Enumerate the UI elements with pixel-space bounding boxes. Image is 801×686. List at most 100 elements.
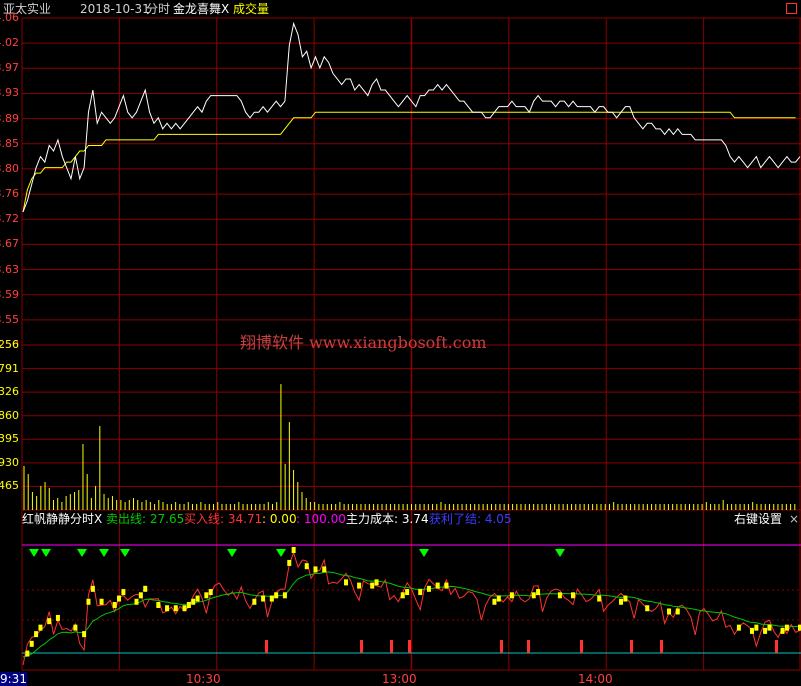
signal-block bbox=[736, 624, 741, 631]
buy-line-value: 买入线: 34.71 bbox=[184, 512, 263, 526]
signal-block bbox=[322, 566, 327, 573]
volume-tick-label: 3395 bbox=[0, 432, 19, 446]
signal-block bbox=[55, 614, 60, 621]
signal-block bbox=[492, 598, 497, 605]
signal-block bbox=[191, 598, 196, 605]
signal-block bbox=[426, 585, 431, 592]
signal-block bbox=[204, 592, 209, 599]
signal-block bbox=[767, 624, 772, 631]
watermark: 翔博软件 www.xiangbosoft.com bbox=[240, 333, 487, 352]
chart-mode: 分时 bbox=[146, 2, 171, 16]
signal-block bbox=[34, 631, 39, 638]
price-tick-label: 3.97 bbox=[0, 61, 19, 75]
signal-block bbox=[623, 595, 628, 602]
down-arrow-icon bbox=[120, 549, 130, 557]
indicator-title[interactable]: 红帆静静分时X bbox=[22, 512, 102, 526]
signal-block bbox=[165, 605, 170, 612]
indicator-name[interactable]: 金龙喜舞X bbox=[173, 2, 229, 16]
right-click-settings[interactable]: 右键设置 bbox=[734, 512, 782, 526]
price-tick-label: 4.06 bbox=[0, 11, 19, 24]
signal-block bbox=[619, 598, 624, 605]
time-tick-label: 9:31 bbox=[0, 672, 27, 686]
signal-bar bbox=[660, 640, 663, 653]
signal-bar bbox=[360, 640, 363, 653]
signal-block bbox=[291, 547, 296, 553]
signal-block bbox=[90, 585, 95, 592]
signal-block bbox=[82, 631, 87, 638]
signal-bar bbox=[775, 640, 778, 653]
signal-block bbox=[496, 595, 501, 602]
signal-block bbox=[400, 592, 405, 599]
signal-block bbox=[287, 559, 292, 566]
signal-block bbox=[156, 602, 161, 608]
signal-block bbox=[571, 592, 576, 599]
signal-bar bbox=[500, 640, 503, 653]
down-arrow-icon bbox=[276, 549, 286, 557]
price-tick-label: 3.80 bbox=[0, 161, 19, 175]
price-tick-label: 3.89 bbox=[0, 111, 19, 125]
signal-block bbox=[261, 595, 266, 602]
signal-block bbox=[282, 592, 287, 599]
signal-block bbox=[374, 579, 379, 586]
signal-block bbox=[29, 640, 34, 647]
signal-block bbox=[99, 598, 104, 605]
signal-block bbox=[182, 605, 187, 612]
main-cost-value: 主力成本: 3.74 bbox=[346, 512, 429, 526]
signal-block bbox=[47, 618, 52, 625]
signal-block bbox=[749, 627, 754, 634]
volume-tick-label: 1930 bbox=[0, 455, 19, 469]
signal-bar bbox=[408, 640, 411, 653]
signal-block bbox=[344, 579, 349, 586]
chart-date: 2018-10-31 bbox=[80, 2, 150, 16]
price-tick-label: 3.55 bbox=[0, 312, 19, 326]
volume-label: 成交量 bbox=[233, 2, 270, 16]
signal-block bbox=[536, 589, 541, 596]
signal-block bbox=[112, 602, 117, 608]
signal-block bbox=[173, 605, 178, 612]
signal-bar bbox=[527, 640, 530, 653]
sell-line-value: 卖出线: 27.65 bbox=[106, 512, 185, 526]
signal-bar bbox=[265, 640, 268, 653]
window-restore-icon[interactable] bbox=[786, 3, 797, 14]
signal-block bbox=[357, 582, 362, 589]
signal-block bbox=[370, 582, 375, 589]
down-arrow-icon bbox=[555, 549, 565, 557]
signal-block bbox=[754, 624, 759, 631]
down-arrow-icon bbox=[41, 549, 51, 557]
signal-block bbox=[444, 582, 449, 589]
signal-block bbox=[557, 592, 562, 599]
volume-tick-label: 7791 bbox=[0, 361, 19, 375]
profit-taking-value: 获利了结: 4.05 bbox=[429, 512, 512, 526]
signal-block bbox=[121, 589, 126, 596]
signal-bar bbox=[630, 640, 633, 653]
hundred-line-value: : 100.00 bbox=[296, 512, 346, 526]
price-tick-label: 3.85 bbox=[0, 136, 19, 150]
time-tick-label: 14:00 bbox=[578, 672, 613, 686]
signal-block bbox=[509, 592, 514, 599]
down-arrow-icon bbox=[227, 549, 237, 557]
volume-tick-label: 465 bbox=[0, 479, 19, 493]
down-arrow-icon bbox=[77, 549, 87, 557]
signal-block bbox=[86, 598, 91, 605]
signal-bar bbox=[390, 640, 393, 653]
signal-block bbox=[195, 595, 200, 602]
volume-tick-label: 8256 bbox=[0, 338, 19, 351]
price-tick-label: 3.59 bbox=[0, 287, 19, 301]
time-tick-label: 10:30 bbox=[186, 672, 221, 686]
price-tick-label: 3.76 bbox=[0, 187, 19, 201]
signal-block bbox=[763, 627, 768, 634]
signal-block bbox=[117, 595, 122, 602]
signal-block bbox=[784, 624, 789, 631]
down-arrow-icon bbox=[419, 549, 429, 557]
down-arrow-icon bbox=[99, 549, 109, 557]
signal-block bbox=[143, 585, 148, 592]
signal-block bbox=[269, 595, 274, 602]
signal-block bbox=[405, 589, 410, 596]
avg-price-line bbox=[22, 111, 796, 213]
signal-block bbox=[134, 598, 139, 605]
signal-block bbox=[645, 605, 650, 612]
signal-block bbox=[435, 582, 440, 589]
zero-line-value: : 0.00 bbox=[262, 512, 297, 526]
close-icon[interactable]: × bbox=[789, 512, 799, 526]
down-arrow-icon bbox=[29, 549, 39, 557]
